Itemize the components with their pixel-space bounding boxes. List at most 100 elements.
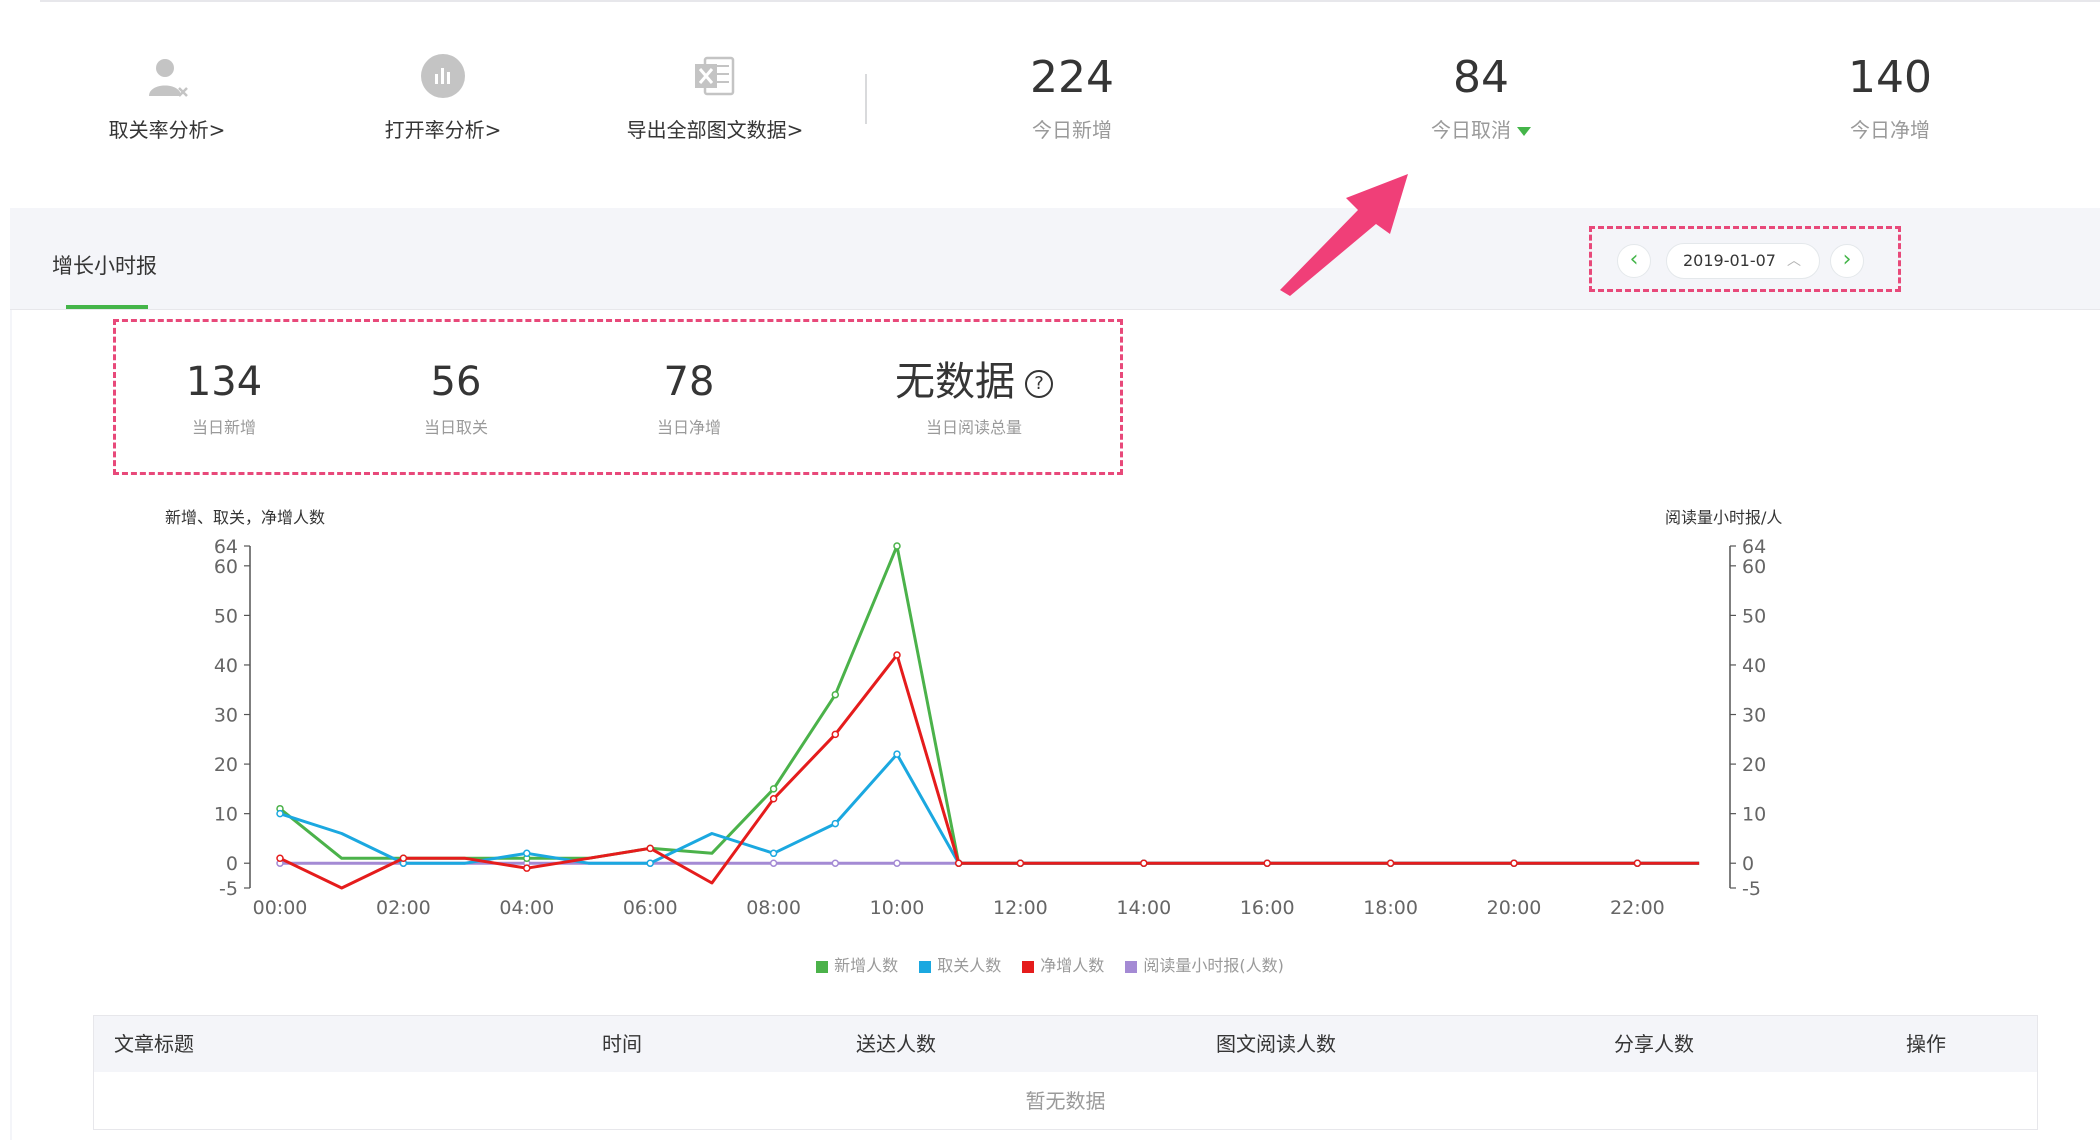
legend-label: 净增人数 <box>1040 956 1105 975</box>
data-point[interactable] <box>831 819 840 828</box>
table-header: 文章标题 时间 送达人数 图文阅读人数 分享人数 操作 <box>94 1016 2037 1072</box>
x-tick-label: 18:00 <box>1363 897 1418 919</box>
growth-line-chart: 新增、取关，净增人数 阅读量小时报/人 -5 -5 0 0 10 10 20 20 30 30 40… <box>165 508 1782 919</box>
legend-item-new[interactable]: 新增人数 <box>816 952 898 976</box>
y-tick-label-left: 30 <box>214 705 238 727</box>
toolbar-divider <box>865 74 867 124</box>
x-tick-label: 20:00 <box>1487 897 1542 919</box>
data-point[interactable] <box>276 854 284 863</box>
articles-table: 文章标题 时间 送达人数 图文阅读人数 分享人数 操作 暂无数据 <box>93 1015 2038 1130</box>
today-cancel-value: 84 <box>1453 52 1509 103</box>
legend-label: 取关人数 <box>937 956 1002 975</box>
x-tick-label: 00:00 <box>253 897 308 919</box>
legend-item-read[interactable]: 阅读量小时报(人数) <box>1125 952 1284 976</box>
y-tick-label-right: 20 <box>1742 754 1766 776</box>
today-new-label: 今日新增 <box>1032 118 1112 142</box>
data-point[interactable] <box>769 849 778 858</box>
panel-border <box>10 310 12 1140</box>
today-cancel-stat[interactable]: 84 今日取消 <box>1351 50 1611 143</box>
right-axis-title: 阅读量小时报/人 <box>1665 508 1782 527</box>
today-net-value: 140 <box>1848 52 1932 103</box>
left-axis-title: 新增、取关，净增人数 <box>165 508 325 527</box>
column-header: 分享人数 <box>1614 1032 1694 1056</box>
legend-label: 阅读量小时报(人数) <box>1143 956 1284 975</box>
open-rate-analysis-link[interactable]: 打开率分析> <box>293 52 593 143</box>
y-tick-label-right: 0 <box>1742 853 1754 875</box>
data-point[interactable] <box>646 844 654 853</box>
y-tick-label-right: 10 <box>1742 804 1766 826</box>
x-tick-label: 14:00 <box>1116 897 1171 919</box>
legend-swatch <box>1022 960 1035 973</box>
table-empty-state: 暂无数据 <box>1025 1089 1106 1113</box>
export-all-articles-link[interactable]: 导出全部图文数据> <box>565 52 865 143</box>
data-point[interactable] <box>831 730 840 739</box>
series-line <box>279 544 1700 865</box>
y-tick-label-right: 30 <box>1742 705 1766 727</box>
chart-legend: 新增人数 取关人数 净增人数 阅读量小时报(人数) <box>0 952 2100 976</box>
excel-icon <box>691 52 739 100</box>
data-point[interactable] <box>831 859 840 867</box>
data-point[interactable] <box>1386 859 1395 867</box>
data-point[interactable] <box>646 859 654 867</box>
data-point[interactable] <box>1510 859 1518 867</box>
legend-item-cancel[interactable]: 取关人数 <box>919 952 1001 976</box>
data-point[interactable] <box>523 864 531 872</box>
x-tick-label: 06:00 <box>623 897 678 919</box>
data-point[interactable] <box>954 859 963 867</box>
date-highlight <box>1589 226 1901 292</box>
active-tab-underline <box>66 305 148 309</box>
x-tick-label: 12:00 <box>993 897 1048 919</box>
data-point[interactable] <box>769 785 778 793</box>
x-tick-label: 08:00 <box>746 897 801 919</box>
caret-down-icon[interactable] <box>1517 127 1531 136</box>
y-tick-label-left: 0 <box>226 853 238 875</box>
today-net-label: 今日净增 <box>1850 118 1930 142</box>
data-point[interactable] <box>1263 859 1271 867</box>
export-all-articles-label: 导出全部图文数据> <box>626 118 804 142</box>
annotation-arrow <box>1280 174 1408 296</box>
x-tick-label: 04:00 <box>499 897 554 919</box>
column-header: 时间 <box>602 1032 642 1056</box>
x-tick-label: 16:00 <box>1240 897 1295 919</box>
unfollow-rate-analysis-label: 取关率分析> <box>108 118 226 142</box>
data-point[interactable] <box>1016 859 1025 867</box>
y-tick-label-right: 60 <box>1742 556 1766 578</box>
data-point[interactable] <box>893 859 901 867</box>
y-tick-label-right: 50 <box>1742 605 1766 627</box>
data-point[interactable] <box>893 750 901 758</box>
data-point[interactable] <box>831 690 840 699</box>
day-stats-highlight <box>113 319 1123 475</box>
legend-item-net[interactable]: 净增人数 <box>1022 952 1104 976</box>
y-tick-label-left: 50 <box>214 605 238 627</box>
user-remove-icon <box>143 52 191 100</box>
x-tick-label: 02:00 <box>376 897 431 919</box>
legend-swatch <box>919 960 932 973</box>
open-rate-analysis-label: 打开率分析> <box>384 118 502 142</box>
today-new-value: 224 <box>1030 52 1114 103</box>
y-tick-label-left: 10 <box>214 804 238 826</box>
today-new-stat: 224 今日新增 <box>942 50 1202 143</box>
column-header: 操作 <box>1906 1032 1946 1056</box>
data-point[interactable] <box>893 542 901 550</box>
data-point[interactable] <box>276 809 284 818</box>
data-point[interactable] <box>1140 859 1148 867</box>
y-tick-label-left: -5 <box>219 878 238 900</box>
x-tick-label: 10:00 <box>870 897 925 919</box>
legend-swatch <box>816 960 829 973</box>
today-net-stat: 140 今日净增 <box>1760 50 2020 143</box>
y-tick-label-right: 40 <box>1742 655 1766 677</box>
column-header: 送达人数 <box>856 1032 936 1056</box>
legend-swatch <box>1125 960 1138 973</box>
data-point[interactable] <box>1633 859 1642 867</box>
data-point[interactable] <box>523 849 531 858</box>
unfollow-rate-analysis-link[interactable]: 取关率分析> <box>17 52 317 143</box>
bar-chart-icon <box>419 52 467 100</box>
top-divider <box>40 0 2100 2</box>
y-tick-label-right: -5 <box>1742 878 1761 900</box>
data-point[interactable] <box>399 854 408 863</box>
y-tick-label-right: 64 <box>1742 536 1766 558</box>
data-point[interactable] <box>769 795 778 803</box>
data-point[interactable] <box>893 651 901 659</box>
data-point[interactable] <box>769 859 778 867</box>
tab-growth-hourly[interactable]: 增长小时报 <box>52 250 157 280</box>
